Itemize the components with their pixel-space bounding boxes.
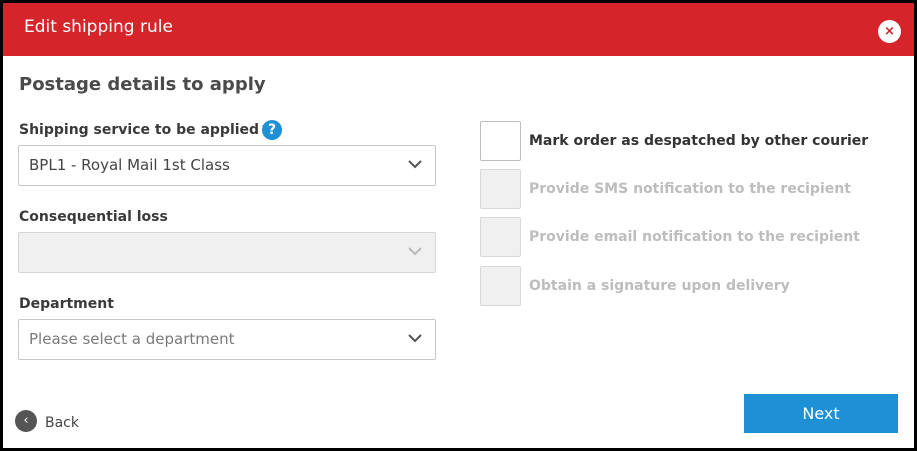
- department-placeholder: Please select a department: [29, 330, 235, 348]
- next-button[interactable]: Next: [744, 394, 898, 433]
- sms-notification-label: Provide SMS notification to the recipien…: [529, 181, 851, 197]
- email-notification-checkbox: [480, 217, 521, 257]
- email-notification-label: Provide email notification to the recipi…: [529, 229, 860, 245]
- chevron-down-icon: [408, 247, 422, 256]
- shipping-service-value: BPL1 - Royal Mail 1st Class: [29, 156, 230, 174]
- consequential-loss-label: Consequential loss: [19, 209, 168, 225]
- sms-notification-checkbox: [480, 169, 521, 209]
- department-select[interactable]: Please select a department: [18, 319, 436, 360]
- section-title: Postage details to apply: [19, 74, 266, 95]
- dialog-header: Edit shipping rule ×: [3, 3, 914, 56]
- despatched-other-courier-label: Mark order as despatched by other courie…: [529, 133, 869, 149]
- shipping-service-select[interactable]: BPL1 - Royal Mail 1st Class: [18, 145, 436, 186]
- department-label: Department: [19, 296, 114, 312]
- chevron-down-icon: [408, 160, 422, 169]
- option-sms-notification: Provide SMS notification to the recipien…: [480, 169, 900, 209]
- signature-on-delivery-checkbox: [480, 266, 521, 306]
- close-icon[interactable]: ×: [878, 20, 901, 43]
- despatched-other-courier-checkbox[interactable]: [480, 121, 521, 161]
- edit-shipping-rule-dialog: Edit shipping rule × Postage details to …: [0, 0, 917, 451]
- dialog-title: Edit shipping rule: [24, 17, 173, 37]
- shipping-service-label-text: Shipping service to be applied: [19, 122, 260, 138]
- chevron-down-icon: [408, 334, 422, 343]
- back-button[interactable]: ‹ Back: [15, 410, 95, 434]
- back-label: Back: [45, 415, 79, 431]
- option-despatched-other-courier[interactable]: Mark order as despatched by other courie…: [480, 121, 900, 161]
- signature-on-delivery-label: Obtain a signature upon delivery: [529, 278, 790, 294]
- shipping-service-label: Shipping service to be applied*: [19, 122, 269, 138]
- help-icon[interactable]: ?: [262, 120, 282, 140]
- chevron-left-icon: ‹: [15, 410, 37, 432]
- option-email-notification: Provide email notification to the recipi…: [480, 217, 900, 257]
- consequential-loss-select: [18, 232, 436, 273]
- option-signature-on-delivery: Obtain a signature upon delivery: [480, 266, 900, 306]
